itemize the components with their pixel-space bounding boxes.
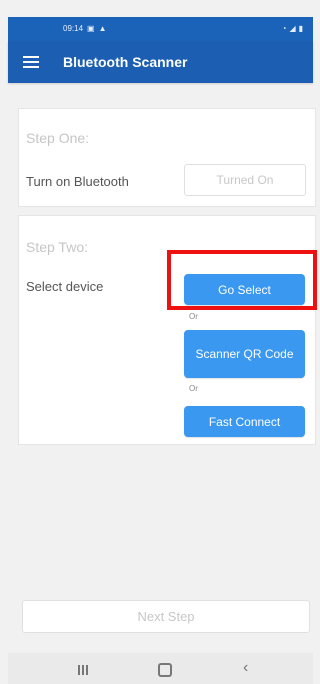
menu-icon[interactable]	[23, 54, 39, 70]
or-label-2: Or	[189, 384, 198, 393]
scanner-qr-code-button[interactable]: Scanner QR Code	[184, 330, 305, 378]
step-one-title: Step One:	[26, 130, 90, 146]
step-two-title: Step Two:	[26, 239, 89, 255]
app-title: Bluetooth Scanner	[63, 54, 188, 70]
back-icon[interactable]: ‹	[243, 659, 248, 677]
step-two-label: Select device	[26, 279, 104, 294]
step-one-card: Step One: Turn on Bluetooth Turned On	[18, 108, 316, 207]
status-bar: 09:14 ▣ ▲ ◔ ◢ ▮	[8, 17, 313, 41]
navigation-bar: ‹	[8, 653, 313, 684]
status-left: 09:14 ▣ ▲	[63, 24, 107, 33]
step-one-label: Turn on Bluetooth	[26, 174, 129, 189]
recent-apps-icon[interactable]	[78, 665, 88, 675]
battery-icon: ▮	[298, 24, 303, 33]
signal-icon: ◢	[289, 24, 296, 33]
status-time: 09:14	[63, 24, 84, 33]
or-label-1: Or	[189, 312, 198, 321]
highlight-box	[167, 250, 317, 310]
next-step-button[interactable]: Next Step	[22, 600, 310, 633]
alert-icon: ▲	[98, 24, 107, 33]
app-bar: Bluetooth Scanner	[8, 41, 313, 83]
fast-connect-button[interactable]: Fast Connect	[184, 406, 305, 437]
home-icon[interactable]	[158, 663, 172, 677]
turned-on-button[interactable]: Turned On	[184, 164, 306, 196]
image-icon: ▣	[87, 24, 95, 33]
status-right: ◔ ◢ ▮	[282, 24, 303, 33]
wifi-icon: ◔	[281, 24, 287, 33]
